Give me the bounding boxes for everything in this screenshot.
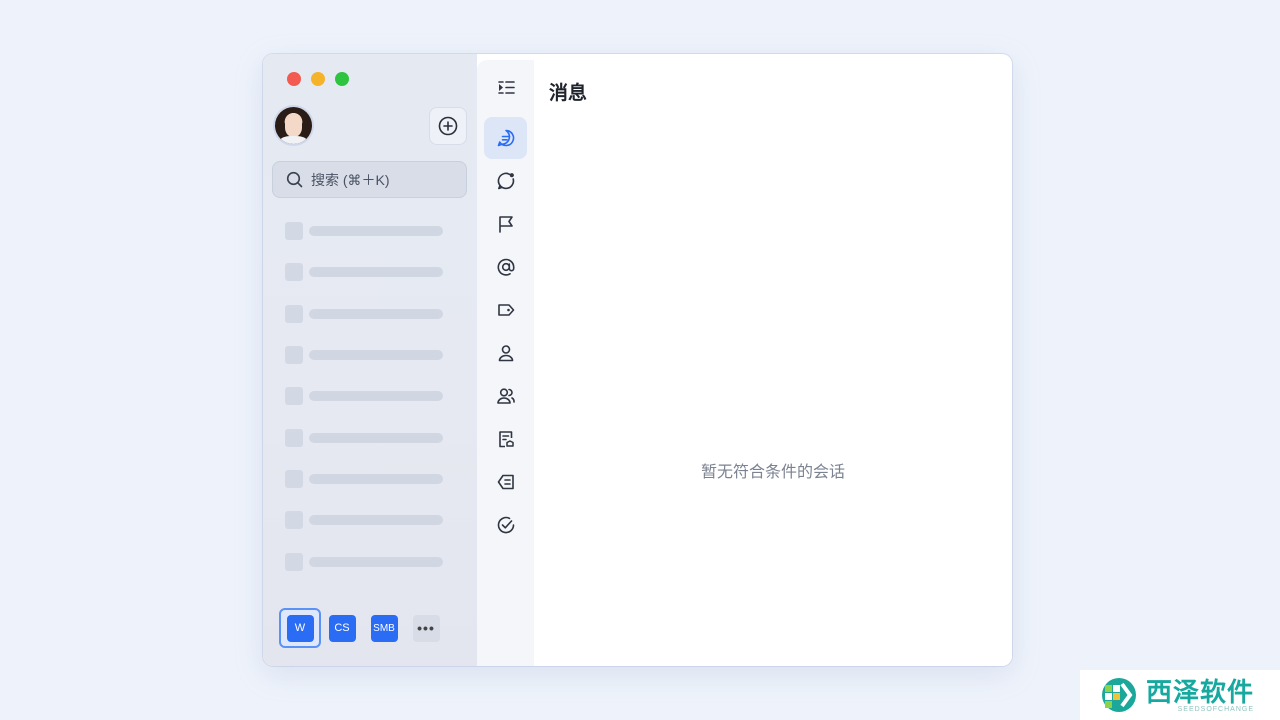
list-item-skeleton	[285, 470, 443, 488]
plus-circle-icon	[438, 116, 458, 136]
list-item-skeleton	[285, 305, 443, 323]
search-placeholder: 搜索 (⌘＋K)	[311, 171, 390, 188]
empty-state-text: 暂无符合条件的会话	[700, 464, 845, 481]
rail-item-done[interactable]	[484, 504, 527, 546]
add-button[interactable]	[429, 107, 467, 145]
contact-icon	[498, 345, 513, 362]
more-workspaces-button[interactable]: •••	[405, 608, 447, 648]
list-item-skeleton	[285, 346, 443, 364]
watermark-brand: 西泽软件	[1146, 676, 1255, 707]
group-icon	[496, 388, 515, 404]
collapse-sidebar-icon	[497, 81, 515, 94]
avatar[interactable]	[275, 107, 312, 144]
rail-item-contacts[interactable]	[484, 332, 527, 374]
list-item-skeleton	[285, 511, 443, 529]
watermark-logo-icon	[1100, 676, 1138, 714]
list-item-skeleton	[285, 553, 443, 571]
watermark-slogan: SEEDSOFCHANGE	[1177, 705, 1255, 713]
unread-icon	[497, 172, 514, 190]
rail-item-unread[interactable]	[484, 160, 527, 202]
rail-item-messages[interactable]	[484, 117, 527, 159]
tag-icon	[497, 304, 514, 316]
sidebar: 搜索 (⌘＋K) W CS SMB •••	[263, 54, 477, 666]
message-icon	[497, 129, 514, 147]
workspace-switcher: W CS SMB •••	[279, 608, 447, 648]
page-title: 消息	[549, 83, 588, 104]
list-item-skeleton	[285, 387, 443, 405]
list-item-skeleton	[285, 429, 443, 447]
maximize-window-button[interactable]	[335, 72, 349, 86]
search-input[interactable]: 搜索 (⌘＋K)	[272, 161, 467, 198]
window-controls	[287, 72, 349, 86]
list-item-skeleton	[285, 222, 443, 240]
minimize-window-button[interactable]	[311, 72, 325, 86]
workspace-cs[interactable]: CS	[321, 608, 363, 648]
rail-item-flagged[interactable]	[484, 203, 527, 245]
search-icon	[286, 171, 303, 188]
rail-item-groups[interactable]	[484, 375, 527, 417]
app-window: 搜索 (⌘＋K) W CS SMB ••• 消息 暂无符合条件的会话	[263, 54, 1012, 666]
main-panel: 消息 暂无符合条件的会话	[534, 60, 1012, 666]
icon-rail	[477, 60, 534, 666]
close-window-button[interactable]	[287, 72, 301, 86]
watermark: 西泽软件 SEEDSOFCHANGE	[1080, 670, 1280, 720]
rail-item-mentions[interactable]	[484, 246, 527, 288]
workspace-smb[interactable]: SMB	[363, 608, 405, 648]
workspace-w[interactable]: W	[279, 608, 321, 648]
at-mention-icon	[497, 258, 514, 276]
done-icon	[497, 516, 514, 534]
flag-icon	[498, 216, 513, 233]
rail-item-docs[interactable]	[484, 418, 527, 460]
rail-item-bots[interactable]	[484, 461, 527, 503]
list-item-skeleton	[285, 263, 443, 281]
more-icon: •••	[412, 614, 440, 642]
rail-item-tags[interactable]	[484, 289, 527, 331]
bot-icon	[497, 474, 514, 490]
collapse-sidebar-button[interactable]	[484, 67, 527, 109]
document-icon	[498, 431, 514, 448]
